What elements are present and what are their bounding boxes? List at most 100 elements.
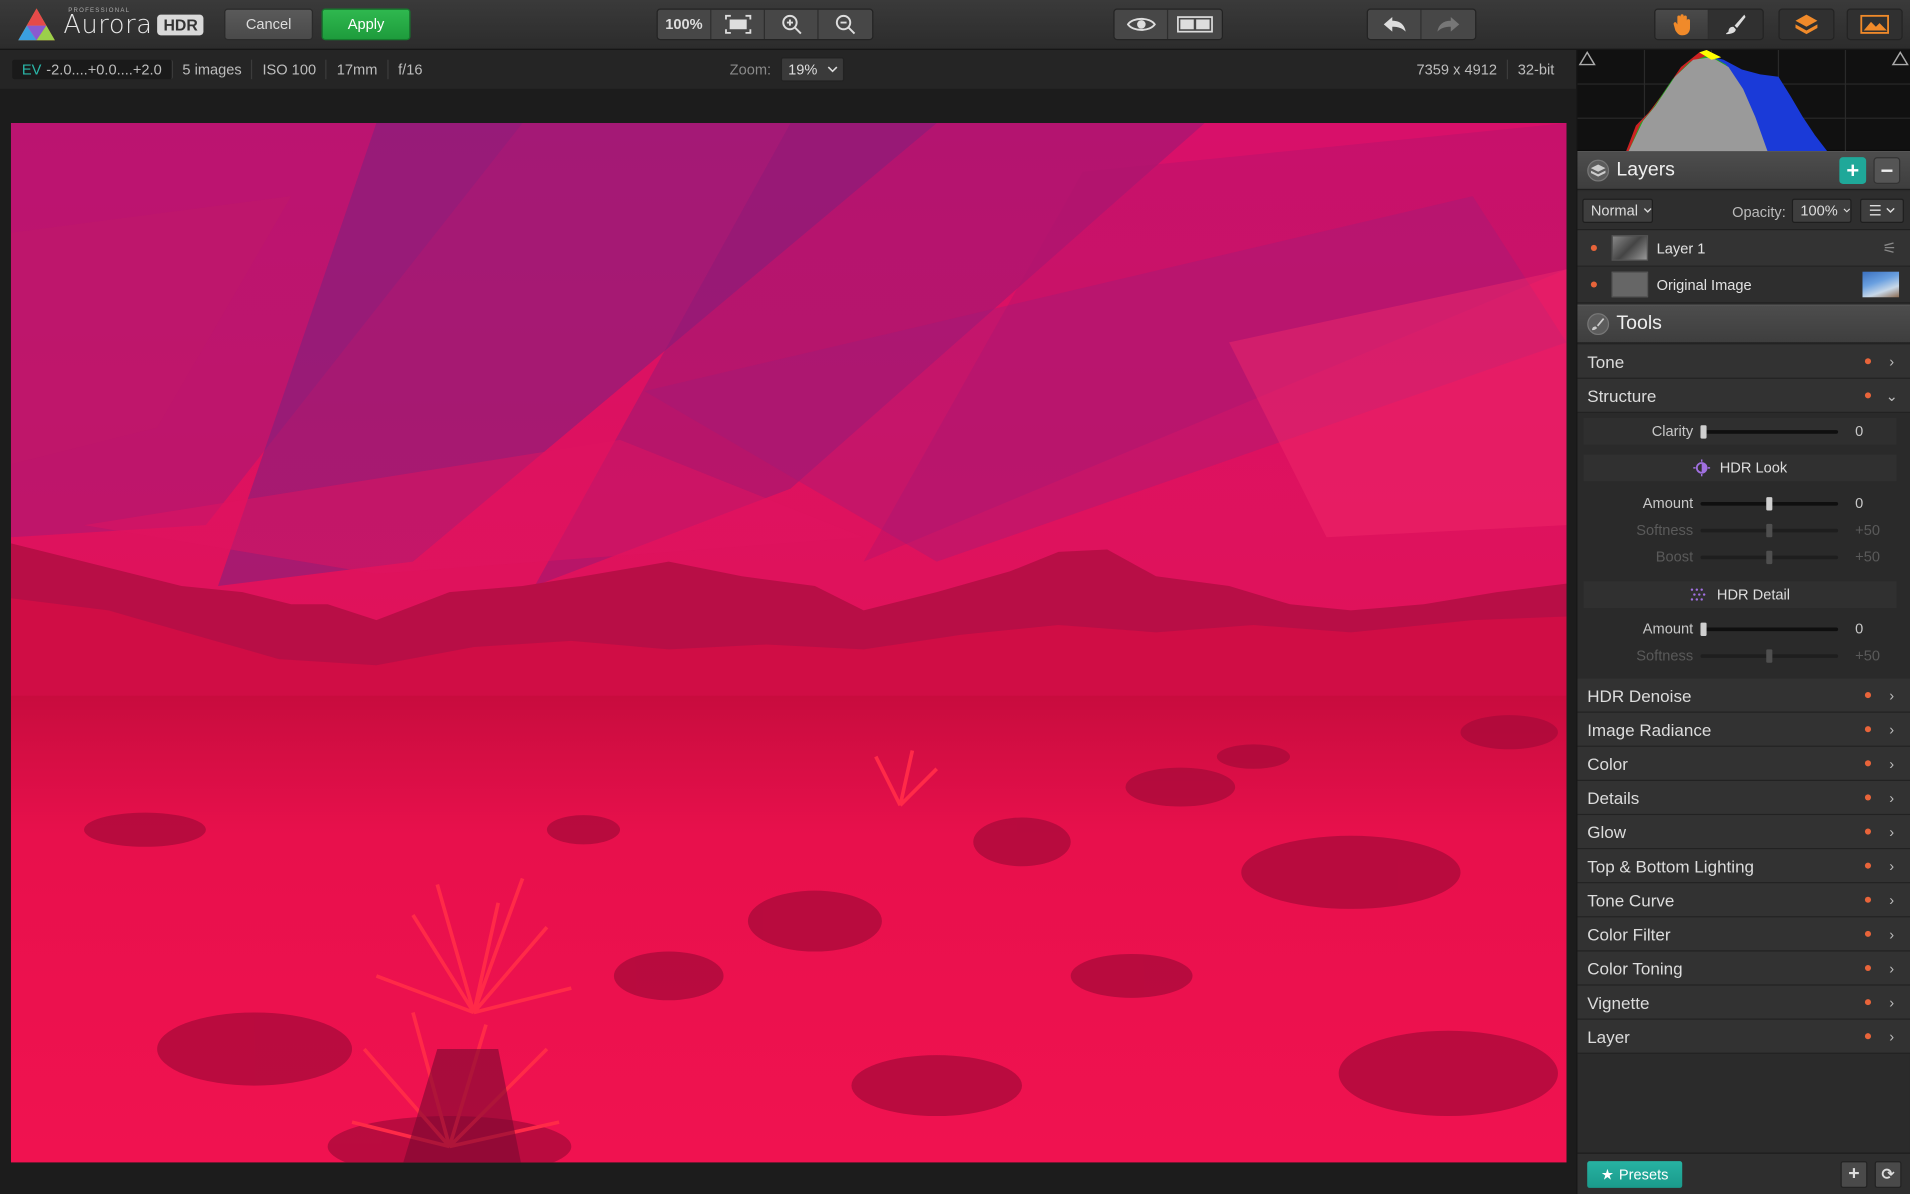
- right-panel: Layers + − Normal Opacity: 100% ☰ Layer …: [1576, 49, 1910, 1194]
- tool-active-dot[interactable]: [1864, 896, 1872, 903]
- slider-knob[interactable]: [1700, 621, 1707, 636]
- slider-value: 0: [1855, 620, 1864, 638]
- blend-mode-select[interactable]: Normal: [1582, 198, 1653, 223]
- slider-track[interactable]: [1700, 424, 1839, 439]
- slider-track[interactable]: [1700, 621, 1839, 636]
- tool-color[interactable]: Color ›: [1577, 746, 1910, 781]
- hdr-look-boost-slider[interactable]: Boost +50: [1584, 543, 1897, 570]
- fit-screen-button[interactable]: [711, 9, 765, 39]
- layer-visibility-dot[interactable]: [1590, 244, 1597, 251]
- ev-range-value: -2.0....+0.0....+2.0: [46, 60, 162, 78]
- hdr-look-softness-slider[interactable]: Softness +50: [1584, 517, 1897, 544]
- chevron-down-icon: ⌄: [1885, 386, 1898, 404]
- hdr-detail-softness-slider[interactable]: Softness +50: [1584, 642, 1897, 669]
- image-toggle-button[interactable]: [1848, 10, 1902, 39]
- slider-label: Amount: [1642, 620, 1694, 638]
- opacity-select[interactable]: 100%: [1791, 198, 1852, 223]
- chevron-right-icon: ›: [1889, 686, 1895, 704]
- zoom-100-button[interactable]: 100%: [658, 9, 712, 39]
- hdr-look-header[interactable]: HDR Look: [1583, 454, 1897, 482]
- hdr-detail-amount-slider[interactable]: Amount 0: [1584, 615, 1897, 642]
- slider-track[interactable]: [1700, 648, 1839, 663]
- refresh-button[interactable]: ⟳: [1874, 1161, 1902, 1188]
- slider-knob[interactable]: [1766, 648, 1773, 663]
- tool-active-dot[interactable]: [1864, 1033, 1872, 1040]
- add-preset-button[interactable]: +: [1840, 1161, 1868, 1188]
- brush-tool-button[interactable]: [1709, 10, 1763, 39]
- layers-toggle: [1778, 8, 1835, 41]
- zoom-in-button[interactable]: [765, 9, 819, 39]
- fit-screen-icon: [724, 14, 751, 34]
- layer-thumbnail: [1611, 271, 1649, 298]
- tool-active-dot[interactable]: [1864, 760, 1872, 767]
- tool-tone[interactable]: Tone ›: [1577, 344, 1910, 379]
- slider-track[interactable]: [1700, 523, 1839, 537]
- hdr-look-amount-slider[interactable]: Amount 0: [1584, 490, 1897, 517]
- tool-active-dot[interactable]: [1864, 930, 1872, 937]
- tools-header[interactable]: Tools: [1577, 304, 1910, 344]
- tool-tone-curve[interactable]: Tone Curve ›: [1577, 883, 1910, 918]
- tool-active-dot[interactable]: [1864, 392, 1872, 399]
- slider-knob[interactable]: [1766, 550, 1773, 564]
- undo-button[interactable]: [1368, 9, 1422, 39]
- tool-active-dot[interactable]: [1864, 726, 1872, 733]
- slider-knob[interactable]: [1700, 424, 1707, 439]
- zoom-select[interactable]: 19%: [780, 57, 845, 82]
- tool-hdr-denoise[interactable]: HDR Denoise ›: [1577, 678, 1910, 713]
- add-layer-button[interactable]: +: [1839, 157, 1867, 184]
- tool-color-filter[interactable]: Color Filter ›: [1577, 917, 1910, 952]
- slider-track[interactable]: [1700, 550, 1839, 564]
- tool-active-dot[interactable]: [1864, 358, 1872, 365]
- clarity-slider[interactable]: Clarity 0: [1583, 417, 1897, 445]
- slider-knob[interactable]: [1766, 523, 1773, 537]
- layer-options: Normal Opacity: 100% ☰: [1577, 191, 1910, 231]
- cancel-button[interactable]: Cancel: [224, 8, 314, 41]
- hdr-look-title: HDR Look: [1719, 459, 1788, 477]
- tool-top-bottom-lighting[interactable]: Top & Bottom Lighting ›: [1577, 849, 1910, 884]
- layer-menu-button[interactable]: ☰: [1860, 198, 1904, 223]
- original-image-thumbnail: [1862, 271, 1900, 298]
- preview-toggle-button[interactable]: [1115, 9, 1169, 39]
- tool-active-dot[interactable]: [1864, 999, 1872, 1006]
- plus-icon: +: [1846, 157, 1860, 183]
- tool-image-radiance[interactable]: Image Radiance ›: [1577, 712, 1910, 747]
- hand-tool-button[interactable]: [1655, 9, 1710, 39]
- slider-knob[interactable]: [1766, 496, 1773, 510]
- slider-value: 0: [1855, 422, 1864, 440]
- compare-button[interactable]: [1168, 10, 1222, 39]
- blend-mode-value: Normal: [1590, 202, 1638, 220]
- adjust-icon[interactable]: ⚟: [1882, 238, 1896, 257]
- hdr-look-icon: [1692, 459, 1710, 477]
- tool-details[interactable]: Details ›: [1577, 780, 1910, 816]
- tool-active-dot[interactable]: [1864, 794, 1872, 801]
- apply-button[interactable]: Apply: [321, 8, 411, 41]
- layers-header[interactable]: Layers + −: [1577, 151, 1910, 191]
- chevron-down-icon: [1886, 207, 1895, 214]
- layer-row[interactable]: Layer 1 ⚟: [1577, 230, 1910, 267]
- chevron-right-icon: ›: [1889, 857, 1895, 875]
- tool-label: Color Filter: [1587, 924, 1671, 944]
- panel-footer: ★ Presets + ⟳: [1577, 1152, 1910, 1194]
- layer-visibility-dot[interactable]: [1590, 281, 1597, 288]
- tool-active-dot[interactable]: [1864, 964, 1872, 972]
- layer-row[interactable]: Original Image: [1577, 266, 1910, 304]
- canvas-area[interactable]: [0, 88, 1577, 1194]
- tool-vignette[interactable]: Vignette ›: [1577, 985, 1910, 1020]
- tool-active-dot[interactable]: [1864, 692, 1872, 699]
- photo-canvas[interactable]: [10, 123, 1567, 1163]
- chevron-right-icon: ›: [1889, 891, 1895, 909]
- slider-track[interactable]: [1700, 496, 1839, 510]
- layer-name: Layer 1: [1656, 239, 1706, 257]
- redo-button[interactable]: [1422, 10, 1476, 39]
- remove-layer-button[interactable]: −: [1873, 157, 1901, 184]
- tool-structure[interactable]: Structure ⌄: [1577, 378, 1910, 414]
- tool-active-dot[interactable]: [1864, 862, 1872, 869]
- presets-button[interactable]: ★ Presets: [1587, 1161, 1683, 1188]
- tool-active-dot[interactable]: [1864, 828, 1872, 835]
- tool-color-toning[interactable]: Color Toning ›: [1577, 951, 1910, 986]
- hdr-detail-header[interactable]: HDR Detail: [1583, 581, 1897, 608]
- zoom-out-button[interactable]: [819, 10, 873, 39]
- tool-layer[interactable]: Layer ›: [1577, 1019, 1910, 1054]
- tool-glow[interactable]: Glow ›: [1577, 815, 1910, 850]
- layers-toggle-button[interactable]: [1780, 10, 1834, 39]
